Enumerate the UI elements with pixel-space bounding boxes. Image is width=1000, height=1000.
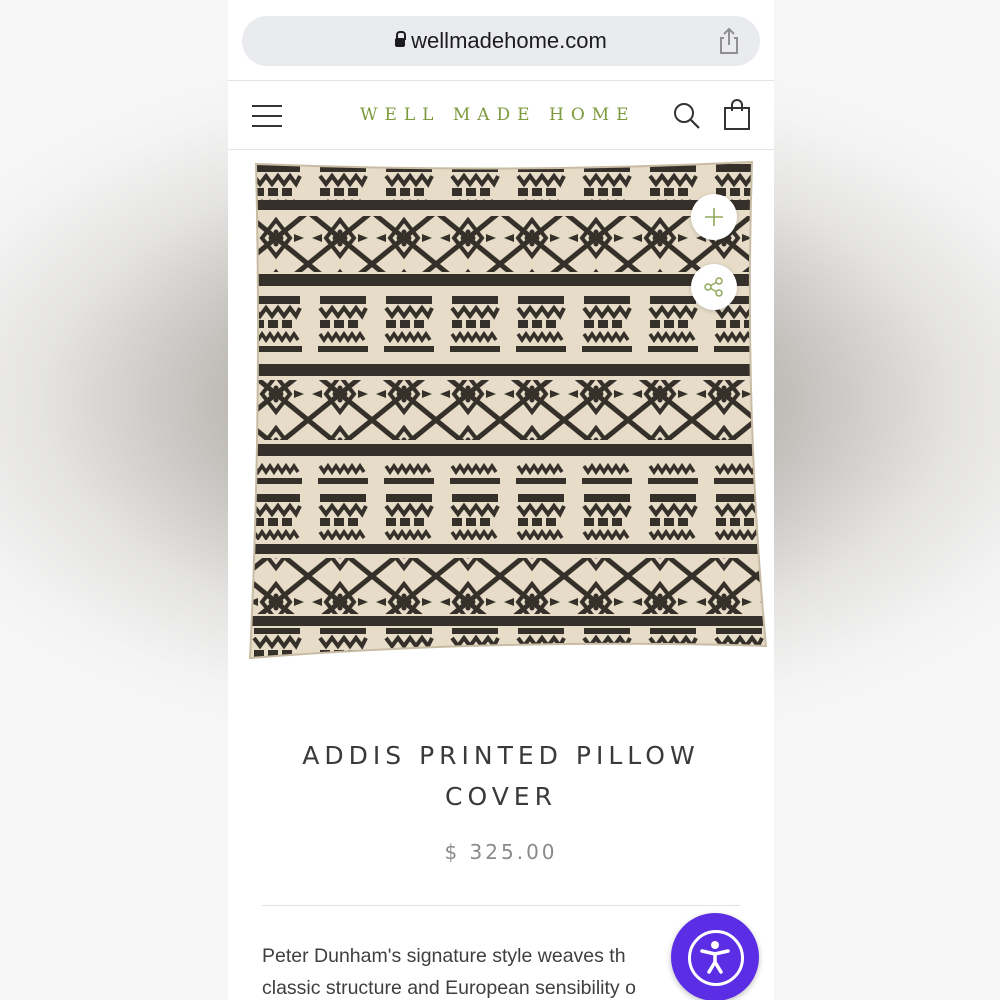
- share-product-button[interactable]: [691, 264, 737, 310]
- description-line: classic structure and European sensibili…: [262, 977, 636, 999]
- brand-logo[interactable]: WELL MADE HOME: [360, 105, 636, 125]
- url-text: wellmadehome.com: [411, 28, 607, 53]
- address-bar[interactable]: wellmadehome.com: [242, 16, 760, 66]
- plus-icon: [705, 208, 723, 226]
- share-icon[interactable]: [714, 26, 744, 56]
- product-title: ADDIS PRINTED PILLOW COVER: [302, 741, 700, 811]
- hamburger-menu-icon[interactable]: [252, 105, 282, 127]
- price-divider: [262, 905, 740, 906]
- accessibility-icon: [700, 941, 730, 974]
- zoom-button[interactable]: [691, 194, 737, 240]
- mobile-browser-page: wellmadehome.com WELL MADE HOME ADDIS PR…: [228, 0, 774, 1000]
- product-description: Peter Dunham's signature style weaves th…: [262, 940, 702, 1000]
- product-price: $ 325.00: [444, 840, 558, 864]
- shopping-bag-icon[interactable]: [722, 99, 752, 131]
- lock-icon: [395, 31, 407, 47]
- search-icon[interactable]: [672, 101, 702, 131]
- description-line: Peter Dunham's signature style weaves th: [262, 945, 626, 967]
- site-header: WELL MADE HOME: [228, 81, 774, 149]
- product-image[interactable]: [244, 160, 770, 662]
- header-divider: [228, 149, 774, 150]
- accessibility-button[interactable]: [671, 913, 759, 1000]
- share-nodes-icon: [704, 277, 723, 297]
- url-display[interactable]: wellmadehome.com: [242, 28, 760, 54]
